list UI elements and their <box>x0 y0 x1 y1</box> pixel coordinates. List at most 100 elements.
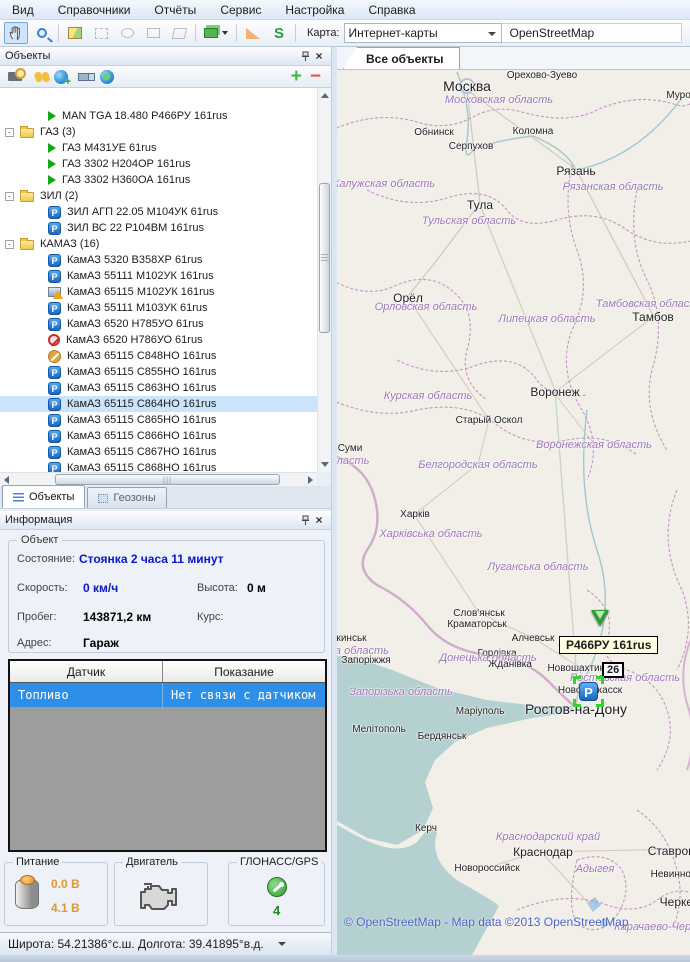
tree-item[interactable]: PЗИЛ ВС 22 Р104ВМ 161rus <box>0 220 317 236</box>
tree-item[interactable]: PКамАЗ 65115 С863НО 161rus <box>0 380 317 396</box>
reading-column-header[interactable]: Показание <box>163 661 325 682</box>
map-source-combo[interactable]: Интернет-карты <box>344 23 502 43</box>
pin-icon[interactable] <box>298 49 312 63</box>
tree-vertical-scrollbar[interactable]: ||| <box>317 88 331 472</box>
sensor-column-header[interactable]: Датчик <box>10 661 163 682</box>
route-button[interactable]: S <box>267 22 291 44</box>
tree-item[interactable]: КамАЗ 65115 М102УК 161rus <box>0 284 317 300</box>
map-city-label: Суми <box>338 443 363 454</box>
watch-object-button[interactable] <box>27 68 49 86</box>
cluster-count-badge[interactable]: 26 <box>602 662 624 678</box>
status-parked-icon: P <box>48 414 61 427</box>
tree-item[interactable]: PКамАЗ 55111 М102УК 161rus <box>0 268 317 284</box>
ruler-triangle-icon <box>246 28 260 39</box>
tree-item[interactable]: PКамАЗ 55111 М103УК 61rus <box>0 300 317 316</box>
scroll-right-icon[interactable] <box>308 476 313 484</box>
find-object-button[interactable] <box>4 68 26 86</box>
tab-geozones[interactable]: Геозоны <box>87 487 166 508</box>
tree-item-label: ЗИЛ ВС 22 Р104ВМ 161rus <box>67 222 204 234</box>
tree-item[interactable]: ГАЗ 3302 Н360ОА 161rus <box>0 172 317 188</box>
menu-spravochniki[interactable]: Справочники <box>46 1 143 19</box>
monitoring-app-window: Вид Справочники Отчёты Сервис Настройка … <box>0 0 690 962</box>
scrollbar-thumb[interactable]: ||| <box>55 474 280 485</box>
tree-item[interactable]: PКамАЗ 65115 С864НО 161rus <box>0 396 317 412</box>
menu-nastroika[interactable]: Настройка <box>273 1 356 19</box>
add-geozone-button[interactable] <box>50 68 72 86</box>
tree-item-label: ЗИЛ (2) <box>40 190 78 202</box>
ellipse-tool-button[interactable] <box>115 22 139 44</box>
scroll-up-icon[interactable] <box>321 93 329 98</box>
tab-all-objects[interactable]: Все объекты <box>343 47 460 69</box>
tree-item[interactable]: PКамАЗ 65115 С867НО 161rus <box>0 444 317 460</box>
tree-item[interactable]: MAN TGA 18.480 Р466РУ 161rus <box>0 108 317 124</box>
polygon-tool-button[interactable] <box>167 22 191 44</box>
tree-item[interactable]: PКамАЗ 65115 С866НО 161rus <box>0 428 317 444</box>
close-icon[interactable]: × <box>312 49 326 63</box>
coordinates-statusbar: Широта: 54.21386°с.ш. Долгота: 39.41895°… <box>0 932 331 955</box>
show-on-map-button[interactable] <box>73 68 95 86</box>
address-value: Гараж <box>83 636 119 650</box>
tree-item-label: КамАЗ 65115 С867НО 161rus <box>67 446 216 458</box>
battery-icon <box>15 879 39 909</box>
scrollbar-thumb[interactable]: ||| <box>319 183 330 333</box>
add-object-button[interactable]: + <box>291 67 302 86</box>
map-region-label: Адыгея <box>576 863 615 875</box>
coordinates-text: Широта: 54.21386°с.ш. Долгота: 39.41895°… <box>8 937 264 951</box>
ruler-button[interactable] <box>241 22 265 44</box>
tree-item[interactable]: ГАЗ М431УЕ 61rus <box>0 140 317 156</box>
tree-horizontal-scrollbar[interactable]: ||| <box>0 472 317 486</box>
tab-objects[interactable]: Объекты <box>2 485 85 508</box>
tree-item[interactable]: PКамАЗ 65115 С865НО 161rus <box>0 412 317 428</box>
scroll-down-icon[interactable] <box>321 462 329 467</box>
tree-item[interactable]: ГАЗ 3302 Н204ОР 161rus <box>0 156 317 172</box>
menu-spravka[interactable]: Справка <box>356 1 427 19</box>
external-voltage: 0.0 В <box>51 877 80 891</box>
collapse-toggle[interactable]: - <box>5 192 14 201</box>
close-icon[interactable]: × <box>312 513 326 527</box>
tree-folder[interactable]: - ЗИЛ (2) <box>0 188 317 204</box>
map-tab-bar: Все объекты <box>337 47 690 70</box>
tree-item[interactable]: PЗИЛ АГП 22.05 М104УК 61rus <box>0 204 317 220</box>
vehicle-arrow-marker[interactable] <box>591 610 609 626</box>
layers-icon <box>204 28 218 38</box>
map-city-label: Воронеж <box>530 385 579 399</box>
scroll-left-icon[interactable] <box>4 476 9 484</box>
tree-item[interactable]: PКамАЗ 65115 С868НО 161rus <box>0 460 317 472</box>
map-city-label: Москва <box>443 78 491 94</box>
tree-item-label: КамАЗ 5320 В358ХР 61rus <box>67 254 202 266</box>
tree-item[interactable]: PКамАЗ 6520 Н785УО 61rus <box>0 316 317 332</box>
satellite-count: 4 <box>273 903 280 918</box>
zoom-tool-button[interactable] <box>30 22 54 44</box>
map-city-label: Слов'янськ <box>453 608 504 619</box>
tree-item[interactable]: PКамАЗ 5320 В358ХР 61rus <box>0 252 317 268</box>
map-canvas[interactable]: МоскваОрехово-ЗуевоМуромМосковская облас… <box>337 70 690 955</box>
object-tree[interactable]: MAN TGA 18.480 Р466РУ 161rus-ГАЗ (3)ГАЗ … <box>0 88 317 472</box>
map-provider-field[interactable]: OpenStreetMap <box>502 23 682 43</box>
menu-servis[interactable]: Сервис <box>208 1 273 19</box>
statusbar-dropdown-icon[interactable] <box>278 942 286 946</box>
select-region-button[interactable] <box>89 22 113 44</box>
hand-icon <box>8 25 24 41</box>
layers-button[interactable] <box>200 22 232 44</box>
tree-item[interactable]: КамАЗ 65115 С848НО 161rus <box>0 348 317 364</box>
collapse-toggle[interactable]: - <box>5 240 14 249</box>
tree-item-label: КамАЗ 65115 С848НО 161rus <box>67 350 216 362</box>
show-all-button[interactable] <box>96 68 118 86</box>
status-no-link-icon <box>48 334 60 346</box>
pin-icon[interactable] <box>298 513 312 527</box>
menu-otchety[interactable]: Отчёты <box>142 1 208 19</box>
edit-map-button[interactable] <box>63 22 87 44</box>
tree-folder[interactable]: -ГАЗ (3) <box>0 124 317 140</box>
sensor-table-header: Датчик Показание <box>10 661 325 683</box>
battery-voltage: 4.1 В <box>51 901 80 915</box>
rectangle-tool-button[interactable] <box>141 22 165 44</box>
tree-folder[interactable]: -КАМАЗ (16) <box>0 236 317 252</box>
pan-tool-button[interactable] <box>4 22 28 44</box>
menu-vid[interactable]: Вид <box>0 1 46 19</box>
collapse-toggle[interactable]: - <box>5 128 14 137</box>
remove-object-button[interactable]: − <box>310 67 321 86</box>
tree-item[interactable]: PКамАЗ 65115 С855НО 161rus <box>0 364 317 380</box>
sensor-row[interactable]: ТопливоНет связи с датчиком <box>10 683 325 707</box>
tree-item[interactable]: КамАЗ 6520 Н786УО 61rus <box>0 332 317 348</box>
map-base-layer <box>337 70 690 955</box>
